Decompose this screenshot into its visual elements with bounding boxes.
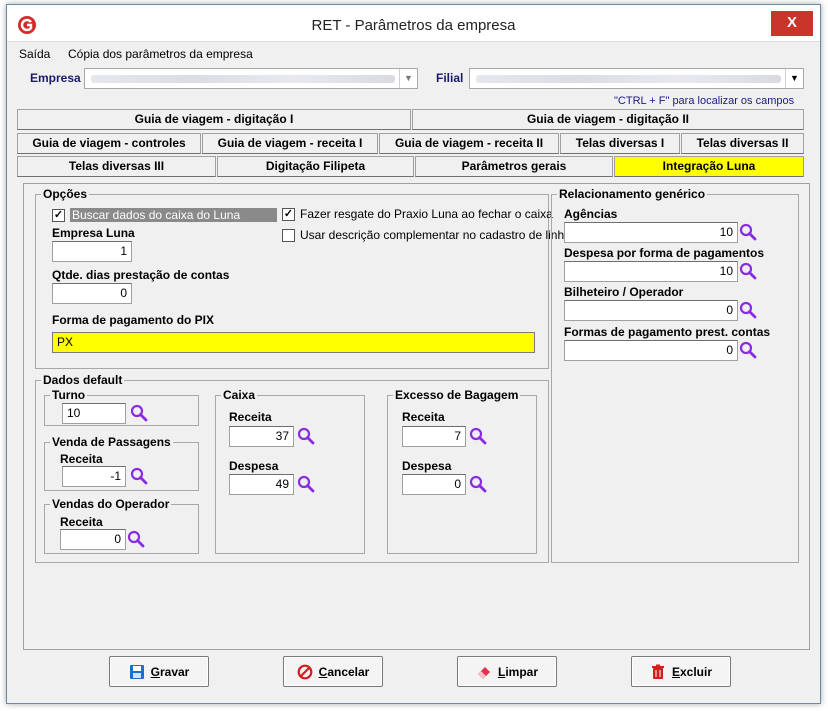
vendas-op-receita-label: Receita bbox=[60, 515, 103, 529]
fazer-resgate-checkbox[interactable]: ✓ Fazer resgate do Praxio Luna ao fechar… bbox=[282, 207, 553, 221]
excesso-despesa-label: Despesa bbox=[402, 459, 452, 473]
company-selector-row: Empresa ▼ Filial ▼ bbox=[16, 66, 816, 90]
tab-guia-receita-1[interactable]: Guia de viagem - receita I bbox=[202, 133, 378, 154]
buscar-dados-caixa-checkbox[interactable]: ✓ Buscar dados do caixa do Luna bbox=[52, 208, 277, 222]
excesso-receita-input[interactable]: 7 bbox=[402, 426, 466, 447]
relacionamento-legend: Relacionamento genérico bbox=[559, 187, 706, 201]
tab-guia-controles[interactable]: Guia de viagem - controles bbox=[17, 133, 201, 154]
formas-pagamento-label: Formas de pagamento prest. contas bbox=[564, 325, 771, 339]
vendas-op-receita-input[interactable]: 0 bbox=[60, 529, 126, 550]
tab-guia-digitacao-1[interactable]: Guia de viagem - digitação I bbox=[17, 109, 411, 130]
excluir-label: Excluir bbox=[671, 664, 713, 679]
cancelar-label: Cancelar bbox=[318, 664, 370, 679]
despesa-forma-input[interactable]: 10 bbox=[564, 261, 738, 282]
chevron-down-icon[interactable]: ▼ bbox=[399, 69, 417, 88]
despesa-forma-label: Despesa por forma de pagamentos bbox=[564, 246, 765, 260]
search-icon[interactable] bbox=[130, 404, 148, 422]
checkbox-checked-icon[interactable]: ✓ bbox=[282, 207, 295, 221]
bilheteiro-input[interactable]: 0 bbox=[564, 300, 738, 321]
window-title: RET - Parâmetros da empresa bbox=[311, 17, 516, 34]
menu-item-saida[interactable]: Saída bbox=[19, 47, 50, 61]
venda-receita-input[interactable]: -1 bbox=[62, 466, 126, 487]
search-icon[interactable] bbox=[469, 427, 487, 445]
opcoes-legend: Opções bbox=[43, 187, 88, 201]
excluir-button[interactable]: Excluir bbox=[631, 656, 731, 687]
excesso-despesa-input[interactable]: 0 bbox=[402, 474, 466, 495]
cancel-icon bbox=[297, 664, 313, 679]
caixa-despesa-label: Despesa bbox=[229, 459, 279, 473]
search-icon[interactable] bbox=[739, 223, 757, 241]
gravar-label: Gravar bbox=[150, 664, 190, 679]
chevron-down-icon[interactable]: ▼ bbox=[785, 69, 803, 88]
usar-descricao-checkbox[interactable]: Usar descrição complementar no cadastro … bbox=[282, 228, 571, 242]
search-shortcut-hint: "CTRL + F" para localizar os campos bbox=[614, 95, 795, 107]
close-button[interactable]: X bbox=[771, 11, 813, 36]
caixa-receita-label: Receita bbox=[229, 410, 272, 424]
save-icon bbox=[129, 664, 144, 679]
venda-passagens-legend: Venda de Passagens bbox=[52, 435, 171, 449]
search-icon[interactable] bbox=[127, 530, 145, 548]
empresa-luna-input[interactable]: 1 bbox=[52, 241, 132, 262]
limpar-button[interactable]: Limpar bbox=[457, 656, 557, 687]
tab-parametros-gerais[interactable]: Parâmetros gerais bbox=[415, 156, 613, 177]
gravar-button[interactable]: Gravar bbox=[109, 656, 209, 687]
vendas-operador-legend: Vendas do Operador bbox=[52, 497, 170, 511]
tab-telas-diversas-3[interactable]: Telas diversas III bbox=[17, 156, 216, 177]
search-icon[interactable] bbox=[297, 475, 315, 493]
buscar-dados-caixa-label: Buscar dados do caixa do Luna bbox=[70, 208, 277, 222]
filial-combo[interactable]: ▼ bbox=[469, 68, 804, 89]
relacionamento-group: Relacionamento genérico bbox=[551, 188, 799, 563]
tab-digitacao-filipeta[interactable]: Digitação Filipeta bbox=[217, 156, 414, 177]
cancelar-button[interactable]: Cancelar bbox=[283, 656, 383, 687]
checkbox-unchecked-icon[interactable] bbox=[282, 228, 295, 242]
trash-icon bbox=[651, 664, 664, 679]
checkbox-checked-icon[interactable]: ✓ bbox=[52, 208, 65, 222]
limpar-label: Limpar bbox=[497, 664, 539, 679]
tab-telas-diversas-2[interactable]: Telas diversas II bbox=[681, 133, 804, 154]
pix-label: Forma de pagamento do PIX bbox=[52, 313, 215, 327]
tab-integracao-luna[interactable]: Integração Luna bbox=[614, 156, 804, 177]
filial-label: Filial bbox=[436, 71, 464, 85]
caixa-legend: Caixa bbox=[223, 388, 256, 402]
search-icon[interactable] bbox=[739, 301, 757, 319]
qtde-dias-input[interactable]: 0 bbox=[52, 283, 132, 304]
filial-obscured-value bbox=[476, 75, 781, 83]
empresa-luna-label: Empresa Luna bbox=[52, 226, 135, 240]
search-icon[interactable] bbox=[130, 467, 148, 485]
qtde-dias-label: Qtde. dias prestação de contas bbox=[52, 268, 230, 282]
menu-bar: Saída Cópia dos parâmetros da empresa bbox=[7, 43, 820, 63]
venda-receita-label: Receita bbox=[60, 452, 103, 466]
menu-item-copia-parametros[interactable]: Cópia dos parâmetros da empresa bbox=[68, 47, 253, 61]
turno-legend: Turno bbox=[52, 388, 86, 402]
excesso-receita-label: Receita bbox=[402, 410, 445, 424]
title-bar: RET - Parâmetros da empresa X bbox=[7, 5, 820, 42]
bilheteiro-label: Bilheteiro / Operador bbox=[564, 285, 684, 299]
empresa-label: Empresa bbox=[30, 71, 81, 85]
search-icon[interactable] bbox=[297, 427, 315, 445]
tab-guia-digitacao-2[interactable]: Guia de viagem - digitação II bbox=[412, 109, 804, 130]
agencias-label: Agências bbox=[564, 207, 618, 221]
formas-pagamento-input[interactable]: 0 bbox=[564, 340, 738, 361]
empresa-combo[interactable]: ▼ bbox=[84, 68, 418, 89]
fazer-resgate-label: Fazer resgate do Praxio Luna ao fechar o… bbox=[300, 207, 553, 221]
empresa-obscured-value bbox=[91, 75, 395, 83]
turno-input[interactable]: 10 bbox=[62, 403, 126, 424]
tab-guia-receita-2[interactable]: Guia de viagem - receita II bbox=[379, 133, 559, 154]
tab-telas-diversas-1[interactable]: Telas diversas I bbox=[560, 133, 680, 154]
tab-panel-integracao-luna: Opções ✓ Buscar dados do caixa do Luna ✓… bbox=[23, 183, 810, 650]
agencias-input[interactable]: 10 bbox=[564, 222, 738, 243]
pix-payment-input[interactable]: PX bbox=[52, 332, 535, 353]
search-icon[interactable] bbox=[739, 341, 757, 359]
search-icon[interactable] bbox=[469, 475, 487, 493]
caixa-receita-input[interactable]: 37 bbox=[229, 426, 294, 447]
search-icon[interactable] bbox=[739, 262, 757, 280]
caixa-despesa-input[interactable]: 49 bbox=[229, 474, 294, 495]
main-window: RET - Parâmetros da empresa X Saída Cópi… bbox=[6, 4, 821, 704]
usar-descricao-label: Usar descrição complementar no cadastro … bbox=[300, 228, 571, 242]
eraser-icon bbox=[477, 666, 490, 679]
dados-default-legend: Dados default bbox=[43, 373, 123, 387]
excesso-bagagem-legend: Excesso de Bagagem bbox=[395, 388, 519, 402]
